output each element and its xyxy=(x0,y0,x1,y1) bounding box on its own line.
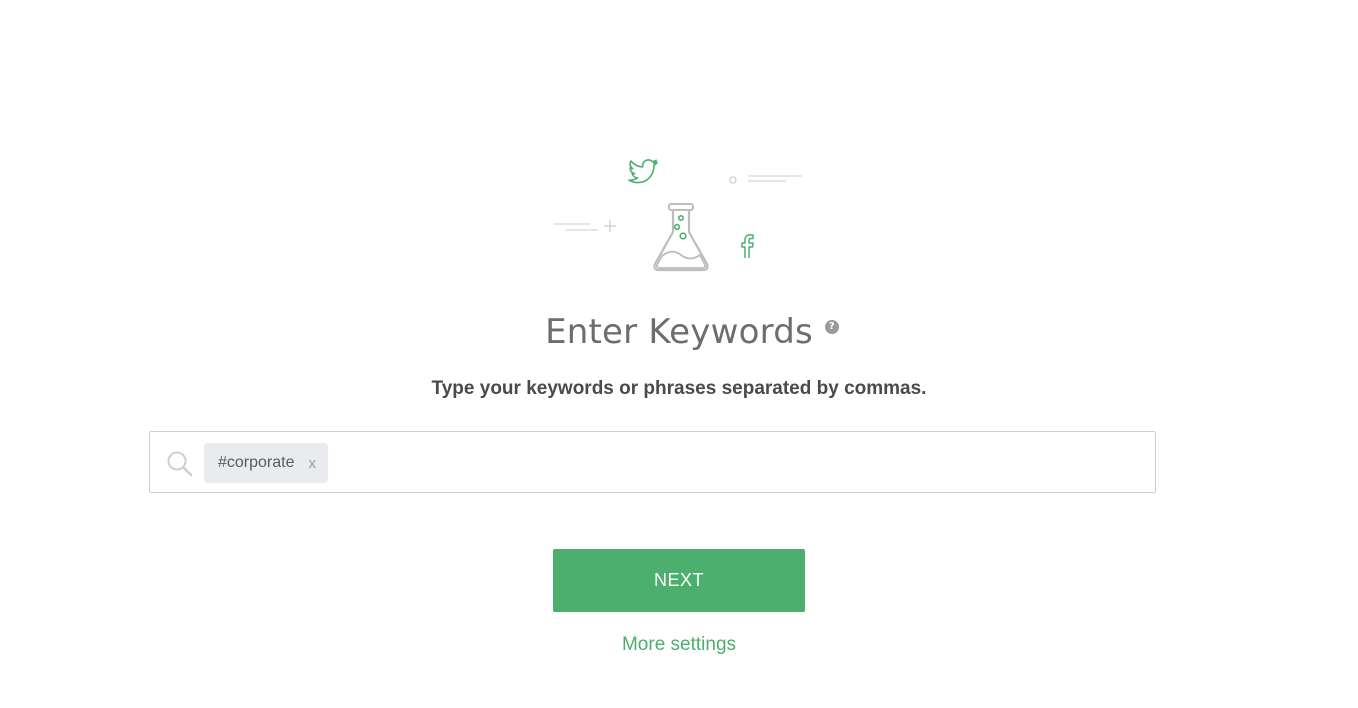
remove-tag-icon[interactable]: x xyxy=(309,455,317,472)
keyword-tag-label: #corporate xyxy=(218,454,295,471)
next-button[interactable]: NEXT xyxy=(553,549,805,612)
hero-illustration xyxy=(550,150,810,280)
facebook-icon xyxy=(739,232,755,260)
heading-row: Enter Keywords? xyxy=(0,312,1358,352)
keyword-tag: #corporate x xyxy=(204,443,328,483)
instructions-text: Type your keywords or phrases separated … xyxy=(431,378,927,399)
more-settings-row: More settings xyxy=(0,634,1358,656)
page-title-text: Enter Keywords xyxy=(545,312,813,352)
twitter-icon xyxy=(627,158,659,186)
decorative-lines-icon xyxy=(726,172,804,186)
search-icon xyxy=(166,450,194,478)
keyword-text-entry[interactable] xyxy=(340,444,1144,484)
more-settings-link[interactable]: More settings xyxy=(622,634,736,655)
page-title: Enter Keywords? xyxy=(545,312,839,352)
decorative-plus-icon xyxy=(554,216,618,238)
keyword-input[interactable]: #corporate x xyxy=(149,431,1156,493)
keyword-setup-page: Enter Keywords? Type your keywords or ph… xyxy=(0,0,1358,708)
help-icon[interactable]: ? xyxy=(824,320,839,334)
flask-icon xyxy=(650,202,712,274)
